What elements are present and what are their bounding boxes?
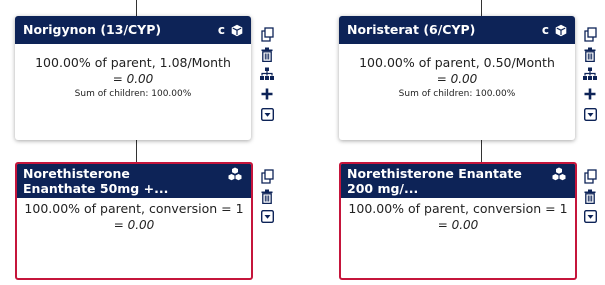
cubes-icon bbox=[227, 167, 243, 181]
caret-down-icon[interactable] bbox=[259, 208, 275, 224]
copy-icon[interactable] bbox=[582, 26, 598, 42]
caret-down-icon[interactable] bbox=[259, 106, 275, 122]
node-card-norigynon[interactable]: Norigynon (13/CYP) c 100.00% of parent, … bbox=[15, 16, 251, 140]
node-toolbar bbox=[259, 26, 275, 126]
node-value: = 0.00 bbox=[436, 72, 478, 86]
node-card-noristerat[interactable]: Noristerat (6/CYP) c 100.00% of parent, … bbox=[339, 16, 575, 140]
node-body: 100.00% of parent, 1.08/Month = 0.00 Sum… bbox=[15, 44, 251, 101]
node-title: Norethisterone Enantate 200 mg/... bbox=[347, 166, 522, 196]
node-parent-percent: 100.00% of parent, conversion = 1 bbox=[348, 201, 568, 216]
node-toolbar bbox=[259, 168, 275, 228]
tree-connector bbox=[136, 0, 137, 16]
copy-icon[interactable] bbox=[259, 168, 275, 184]
node-title: Norethisterone Enanthate 50mg +... bbox=[23, 166, 169, 196]
trash-icon[interactable] bbox=[259, 46, 275, 62]
node-header: Noristerat (6/CYP) c bbox=[339, 16, 575, 44]
node-body: 100.00% of parent, 0.50/Month = 0.00 Sum… bbox=[339, 44, 575, 101]
node-value: = 0.00 bbox=[437, 218, 479, 232]
copy-icon[interactable] bbox=[582, 168, 598, 184]
node-header: Norigynon (13/CYP) c bbox=[15, 16, 251, 44]
node-value: = 0.00 bbox=[112, 72, 154, 86]
node-parent-percent: 100.00% of parent, conversion = 1 bbox=[24, 201, 244, 216]
caret-down-icon[interactable] bbox=[582, 208, 598, 224]
tree-connector bbox=[481, 140, 482, 162]
trash-icon[interactable] bbox=[582, 46, 598, 62]
node-title: Norigynon (13/CYP) bbox=[23, 22, 162, 37]
tree-connector bbox=[481, 0, 482, 16]
node-parent-percent: 100.00% of parent, 1.08/Month bbox=[35, 55, 231, 70]
cube-icon bbox=[231, 24, 243, 37]
plus-icon[interactable] bbox=[259, 86, 275, 102]
node-header: Norethisterone Enantate 200 mg/... bbox=[341, 164, 575, 198]
node-children-sum: Sum of children: 100.00% bbox=[74, 89, 192, 99]
trash-icon[interactable] bbox=[259, 188, 275, 204]
node-value: = 0.00 bbox=[113, 218, 155, 232]
sitemap-icon[interactable] bbox=[582, 66, 598, 82]
node-card-norethisterone-enanthate[interactable]: Norethisterone Enanthate 50mg +... 100.0… bbox=[15, 162, 253, 280]
node-body: 100.00% of parent, conversion = 1 = 0.00 bbox=[17, 198, 251, 233]
trash-icon[interactable] bbox=[582, 188, 598, 204]
caret-down-icon[interactable] bbox=[582, 106, 598, 122]
copy-icon[interactable] bbox=[259, 26, 275, 42]
node-parent-percent: 100.00% of parent, 0.50/Month bbox=[359, 55, 555, 70]
consumption-badge: c bbox=[217, 23, 225, 37]
node-card-norethisterone-enantate[interactable]: Norethisterone Enantate 200 mg/... 100.0… bbox=[339, 162, 577, 280]
node-title: Noristerat (6/CYP) bbox=[347, 22, 476, 37]
node-body: 100.00% of parent, conversion = 1 = 0.00 bbox=[341, 198, 575, 233]
node-toolbar bbox=[582, 26, 598, 126]
node-header: Norethisterone Enanthate 50mg +... bbox=[17, 164, 251, 198]
plus-icon[interactable] bbox=[582, 86, 598, 102]
consumption-badge: c bbox=[541, 23, 549, 37]
node-children-sum: Sum of children: 100.00% bbox=[398, 89, 516, 99]
cubes-icon bbox=[551, 167, 567, 181]
node-toolbar bbox=[582, 168, 598, 228]
sitemap-icon[interactable] bbox=[259, 66, 275, 82]
cube-icon bbox=[555, 24, 567, 37]
tree-connector bbox=[136, 140, 137, 162]
